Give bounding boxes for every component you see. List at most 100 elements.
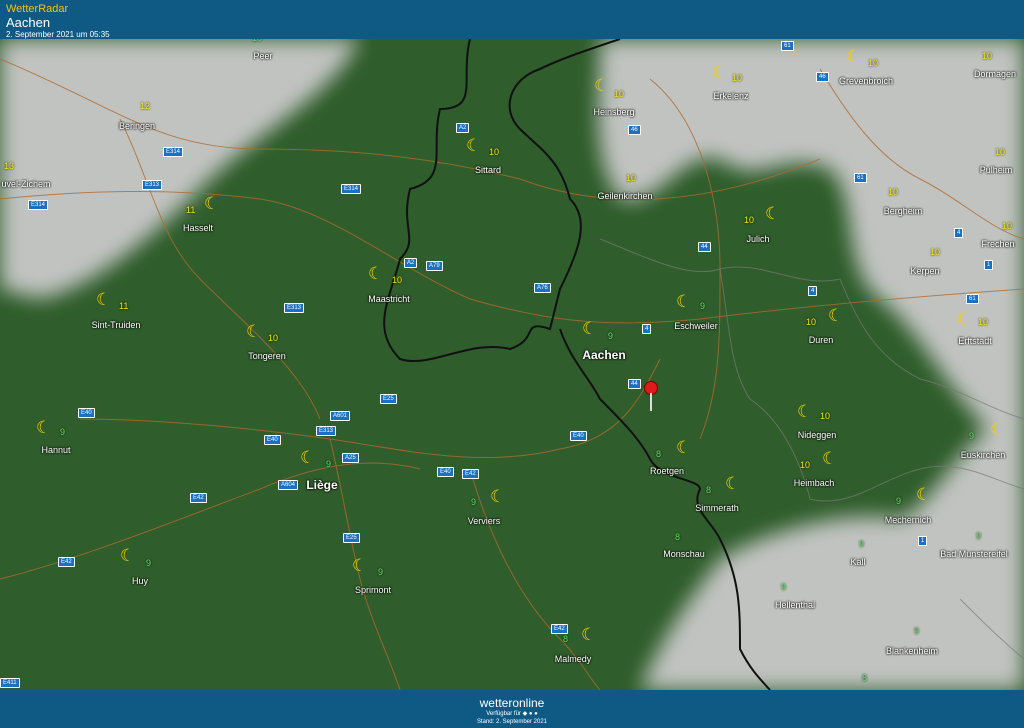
temperature: 10 bbox=[800, 460, 811, 470]
road-shield: A601 bbox=[330, 411, 351, 421]
city-name: Monschau bbox=[663, 549, 705, 559]
city-name: Nideggen bbox=[797, 430, 837, 440]
temperature: 10 bbox=[982, 51, 993, 61]
city-name: Kerpen bbox=[910, 266, 940, 276]
road-shield: A2 bbox=[456, 123, 470, 133]
road-shield: E313 bbox=[142, 180, 163, 190]
radar-map[interactable]: 10 Peer 12 Beringen 13 uvel-Zichem 11 ☾ … bbox=[0, 39, 1024, 690]
road-shield: E314 bbox=[28, 200, 49, 210]
temperature: 9 bbox=[60, 427, 66, 437]
city-name: Aachen bbox=[582, 348, 626, 362]
road-shield: E40 bbox=[78, 408, 95, 418]
moon-icon: ☾ bbox=[725, 474, 741, 493]
city-name: Tongeren bbox=[248, 351, 286, 361]
road-shield: E42 bbox=[58, 557, 75, 567]
road-shield: 61 bbox=[781, 41, 794, 51]
road-shield: E42 bbox=[462, 469, 479, 479]
temperature: 10 bbox=[252, 39, 262, 43]
temperature: 9 bbox=[326, 459, 332, 469]
city-name: Hasselt bbox=[182, 223, 214, 233]
road-shield: A25 bbox=[342, 453, 359, 463]
road-shield: E40 bbox=[437, 467, 454, 477]
road-shield: E42 bbox=[190, 493, 207, 503]
city-name: Bergheim bbox=[883, 206, 923, 216]
moon-icon: ☾ bbox=[594, 76, 610, 95]
city-name: Hellenthal bbox=[774, 600, 816, 610]
city-name: Simmerath bbox=[695, 503, 739, 513]
city-name: Liège bbox=[306, 478, 338, 492]
city-name: Euskirchen bbox=[960, 450, 1006, 460]
city-name: Grevenbroich bbox=[838, 76, 894, 86]
temperature: 10 bbox=[732, 73, 743, 83]
moon-icon: ☾ bbox=[765, 204, 781, 223]
city-name: Heimbach bbox=[793, 478, 835, 488]
platform-icons: ◆ ● ● bbox=[522, 711, 538, 717]
moon-icon: ☾ bbox=[581, 625, 597, 644]
city-name: Eschweiler bbox=[674, 321, 718, 331]
temperature: 9 bbox=[146, 558, 152, 568]
moon-icon: ☾ bbox=[204, 194, 220, 213]
temperature: 8 bbox=[706, 485, 712, 495]
road-shield: 4 bbox=[642, 324, 652, 334]
temperature: 9 bbox=[608, 331, 614, 341]
city-name: Duren bbox=[808, 335, 834, 345]
road-shield: A604 bbox=[278, 480, 299, 490]
moon-icon: ☾ bbox=[846, 47, 862, 66]
road-shield: E313 bbox=[316, 426, 337, 436]
road-shield: A2 bbox=[404, 258, 418, 268]
moon-icon: ☾ bbox=[676, 292, 692, 311]
temperature: 8 bbox=[563, 634, 569, 644]
city-name: uvel-Zichem bbox=[1, 179, 51, 189]
city-name: Sprimont bbox=[354, 585, 392, 595]
moon-icon: ☾ bbox=[582, 319, 598, 338]
temperature: 10 bbox=[868, 58, 879, 68]
temperature: 10 bbox=[744, 215, 755, 225]
road-shield: 1 bbox=[984, 260, 994, 270]
moon-icon: ☾ bbox=[676, 438, 692, 457]
city-name: Huy bbox=[131, 576, 149, 586]
temperature: 11 bbox=[186, 205, 196, 215]
road-shield: E25 bbox=[343, 533, 360, 543]
temperature: 12 bbox=[140, 101, 151, 111]
city-name: Malmedy bbox=[554, 654, 592, 664]
road-shield: E40 bbox=[570, 431, 587, 441]
city-name: Heinsberg bbox=[593, 107, 635, 117]
temperature: 10 bbox=[806, 317, 817, 327]
temperature: 10 bbox=[930, 247, 941, 257]
location-title: Aachen bbox=[6, 15, 51, 30]
temperature: 10 bbox=[392, 275, 403, 285]
app-header: WetterRadar Aachen 2. September 2021 um … bbox=[0, 0, 1024, 39]
moon-icon: ☾ bbox=[490, 487, 506, 506]
temperature: 9 bbox=[859, 539, 865, 549]
brand-logo: wetteronline bbox=[479, 696, 545, 710]
city-name: Beringen bbox=[118, 121, 156, 131]
city-name: Sint-Truiden bbox=[91, 320, 141, 330]
temperature: 10 bbox=[820, 411, 831, 421]
temperature: 9 bbox=[700, 301, 706, 311]
city-name: Maastricht bbox=[368, 294, 410, 304]
city-name: Erkelenz bbox=[713, 91, 749, 101]
road-shield: E314 bbox=[341, 184, 362, 194]
moon-icon: ☾ bbox=[828, 306, 844, 325]
city-name: Mechernich bbox=[884, 515, 932, 525]
moon-icon: ☾ bbox=[822, 449, 838, 468]
road-shield: 46 bbox=[628, 125, 641, 135]
road-shield: 4 bbox=[808, 286, 818, 296]
road-shield: 61 bbox=[854, 173, 867, 183]
city-name: Frechen bbox=[981, 239, 1015, 249]
city-name: Roetgen bbox=[649, 466, 685, 476]
moon-icon: ☾ bbox=[246, 322, 262, 341]
temperature: 10 bbox=[268, 333, 279, 343]
road-shield: A79 bbox=[426, 261, 443, 271]
city-name: Sittard bbox=[474, 165, 502, 175]
temperature: 9 bbox=[378, 567, 384, 577]
moon-icon: ☾ bbox=[352, 556, 368, 575]
road-shield: 61 bbox=[966, 294, 979, 304]
temperature: 8 bbox=[862, 673, 868, 683]
moon-icon: ☾ bbox=[990, 420, 1006, 439]
temperature: 8 bbox=[675, 532, 681, 542]
map-background bbox=[0, 39, 1024, 690]
app-name: WetterRadar bbox=[6, 3, 69, 15]
city-name: Hannut bbox=[41, 445, 71, 455]
city-name: Blankenheim bbox=[885, 646, 939, 656]
